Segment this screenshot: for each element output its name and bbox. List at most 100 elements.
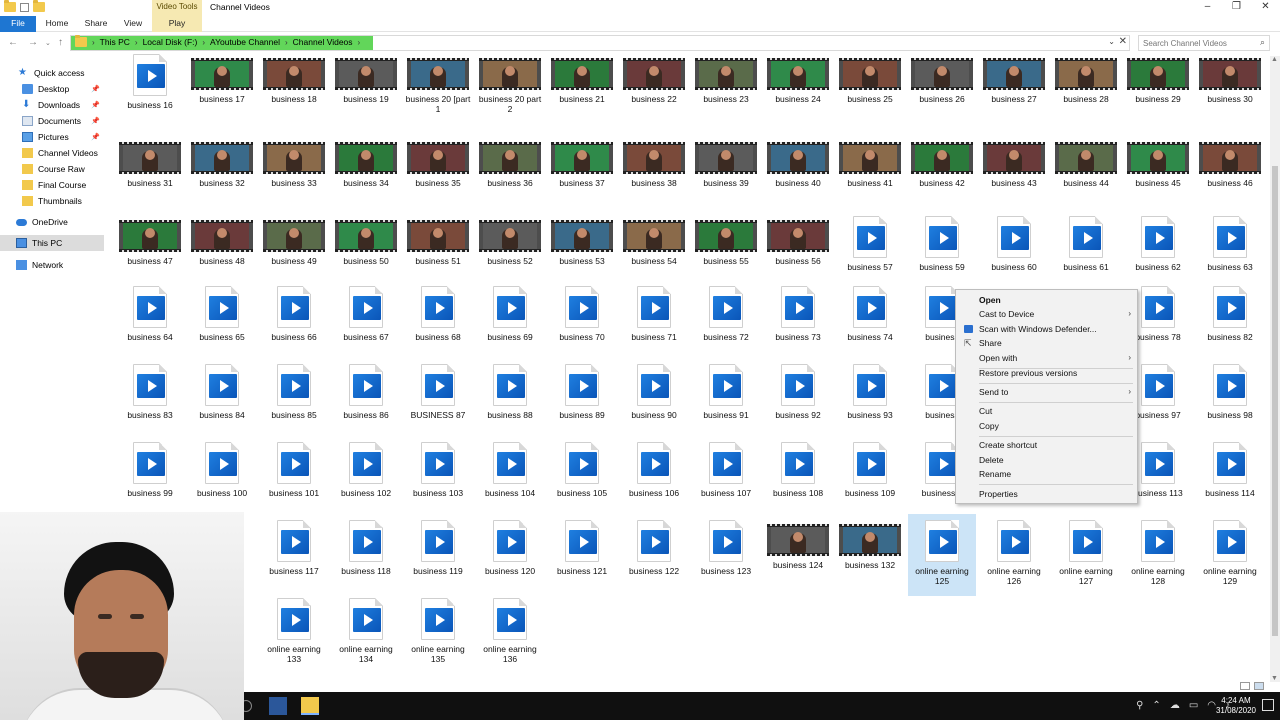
file-tile[interactable]: business 45 [1124, 138, 1192, 188]
file-tile[interactable]: business 85 [260, 364, 328, 420]
file-tile[interactable]: business 65 [188, 286, 256, 342]
file-tile[interactable]: business 48 [188, 216, 256, 266]
tab-home[interactable]: Home [40, 16, 74, 32]
search-icon[interactable]: ⌕ [1260, 37, 1265, 48]
search-box[interactable]: ⌕ [1138, 35, 1270, 51]
sidebar-item-desktop[interactable]: Desktop 📌 [0, 81, 104, 97]
file-tile[interactable]: business 36 [476, 138, 544, 188]
file-tile[interactable]: online earning 125 [908, 514, 976, 596]
file-tile[interactable]: business 28 [1052, 54, 1120, 104]
file-tile[interactable]: business 93 [836, 364, 904, 420]
minimize-button[interactable]: – [1193, 0, 1222, 16]
file-tile[interactable]: business 73 [764, 286, 832, 342]
file-tile[interactable]: business 56 [764, 216, 832, 266]
sidebar-item-final-course[interactable]: Final Course [0, 177, 104, 193]
file-tile[interactable]: business 53 [548, 216, 616, 266]
address-bar[interactable]: › This PC › Local Disk (F:) › AYoutube C… [70, 35, 1130, 51]
file-tile[interactable]: business 101 [260, 442, 328, 498]
file-tile[interactable]: business 69 [476, 286, 544, 342]
file-tile[interactable]: online earning 136 [476, 598, 544, 664]
tab-view[interactable]: View [116, 16, 150, 32]
file-tile[interactable]: business 18 [260, 54, 328, 104]
file-tile[interactable]: business 26 [908, 54, 976, 104]
file-tile[interactable]: business 109 [836, 442, 904, 498]
file-tile[interactable]: business 57 [836, 216, 904, 272]
file-tile[interactable]: business 99 [116, 442, 184, 498]
file-tile[interactable]: business 23 [692, 54, 760, 104]
file-tile[interactable]: business 104 [476, 442, 544, 498]
chevron-up-icon[interactable]: ⌃ [1152, 700, 1160, 711]
new-folder-icon[interactable] [33, 0, 45, 12]
file-tile[interactable]: business 122 [620, 520, 688, 576]
chevron-right-icon[interactable]: › [135, 38, 138, 47]
file-tile[interactable]: business 123 [692, 520, 760, 576]
file-tile[interactable]: business 84 [188, 364, 256, 420]
clock[interactable]: 4:24 AM 31/08/2020 [1216, 696, 1256, 716]
menu-item-share[interactable]: ⇱ Share [956, 336, 1137, 350]
file-tile[interactable]: business 49 [260, 216, 328, 266]
details-view-icon[interactable] [1240, 682, 1250, 690]
file-tile[interactable]: business 61 [1052, 216, 1120, 272]
file-tile[interactable]: business 102 [332, 442, 400, 498]
file-tile[interactable]: business 50 [332, 216, 400, 266]
app-icon[interactable] [269, 697, 287, 715]
sidebar-item-downloads[interactable]: ⬇ Downloads 📌 [0, 97, 104, 113]
file-tile[interactable]: business 118 [332, 520, 400, 576]
file-tile[interactable]: business 108 [764, 442, 832, 498]
file-tile[interactable]: business 88 [476, 364, 544, 420]
chevron-down-icon[interactable]: ⌄ [1108, 37, 1115, 46]
sidebar-item-this-pc[interactable]: This PC [0, 235, 104, 251]
wifi-icon[interactable]: ◠ [1207, 700, 1216, 711]
file-tile[interactable]: business 60 [980, 216, 1048, 272]
file-tile[interactable]: business 25 [836, 54, 904, 104]
file-tile[interactable]: business 59 [908, 216, 976, 272]
menu-item-open-with[interactable]: Open with › [956, 351, 1137, 365]
file-tile[interactable]: business 114 [1196, 442, 1264, 498]
scroll-down-icon[interactable]: ▼ [1271, 675, 1278, 682]
chevron-right-icon[interactable]: › [358, 38, 361, 47]
back-arrow-icon[interactable]: ← [8, 37, 18, 48]
close-icon[interactable]: ✕ [1119, 36, 1127, 47]
people-icon[interactable]: ⚲ [1136, 700, 1143, 711]
onedrive-icon[interactable]: ☁ [1170, 700, 1180, 711]
file-tile[interactable]: business 100 [188, 442, 256, 498]
file-tile[interactable]: business 62 [1124, 216, 1192, 272]
file-tile[interactable]: business 72 [692, 286, 760, 342]
file-tile[interactable]: business 51 [404, 216, 472, 266]
menu-item-rename[interactable]: Rename [956, 467, 1137, 481]
file-tile[interactable]: business 20 part 2 [476, 54, 544, 114]
crumb-ayoutube-channel[interactable]: AYoutube Channel [210, 37, 280, 47]
file-tile[interactable]: business 52 [476, 216, 544, 266]
file-tile[interactable]: business 68 [404, 286, 472, 342]
file-tile[interactable]: business 32 [188, 138, 256, 188]
file-tile[interactable]: business 86 [332, 364, 400, 420]
file-tile[interactable]: business 19 [332, 54, 400, 104]
file-tile[interactable]: business 24 [764, 54, 832, 104]
maximize-button[interactable]: ❐ [1222, 0, 1251, 16]
file-tile[interactable]: business 35 [404, 138, 472, 188]
file-tile[interactable]: business 33 [260, 138, 328, 188]
file-tile[interactable]: business 16 [116, 54, 184, 110]
file-tile[interactable]: online earning 127 [1052, 520, 1120, 586]
menu-item-open[interactable]: Open [956, 293, 1137, 307]
file-tile[interactable]: online earning 135 [404, 598, 472, 664]
file-tile[interactable]: business 41 [836, 138, 904, 188]
menu-item-delete[interactable]: Delete [956, 453, 1137, 467]
menu-item-send-to[interactable]: Send to › [956, 385, 1137, 399]
file-tile[interactable]: business 34 [332, 138, 400, 188]
file-tile[interactable]: business 117 [260, 520, 328, 576]
notification-icon[interactable] [1262, 699, 1274, 711]
file-tile[interactable]: business 47 [116, 216, 184, 266]
file-tile[interactable]: business 17 [188, 54, 256, 104]
file-tile[interactable]: business 105 [548, 442, 616, 498]
menu-item-copy[interactable]: Copy [956, 419, 1137, 433]
forward-arrow-icon[interactable]: → [28, 37, 38, 48]
file-tile[interactable]: business 71 [620, 286, 688, 342]
file-tile[interactable]: business 74 [836, 286, 904, 342]
tab-file[interactable]: File [0, 16, 36, 32]
file-explorer-icon[interactable] [301, 697, 319, 715]
file-tile[interactable]: online earning 134 [332, 598, 400, 664]
file-tile[interactable]: business 64 [116, 286, 184, 342]
tab-play[interactable]: Play [152, 16, 202, 32]
menu-item-scan-defender[interactable]: Scan with Windows Defender... [956, 322, 1137, 336]
